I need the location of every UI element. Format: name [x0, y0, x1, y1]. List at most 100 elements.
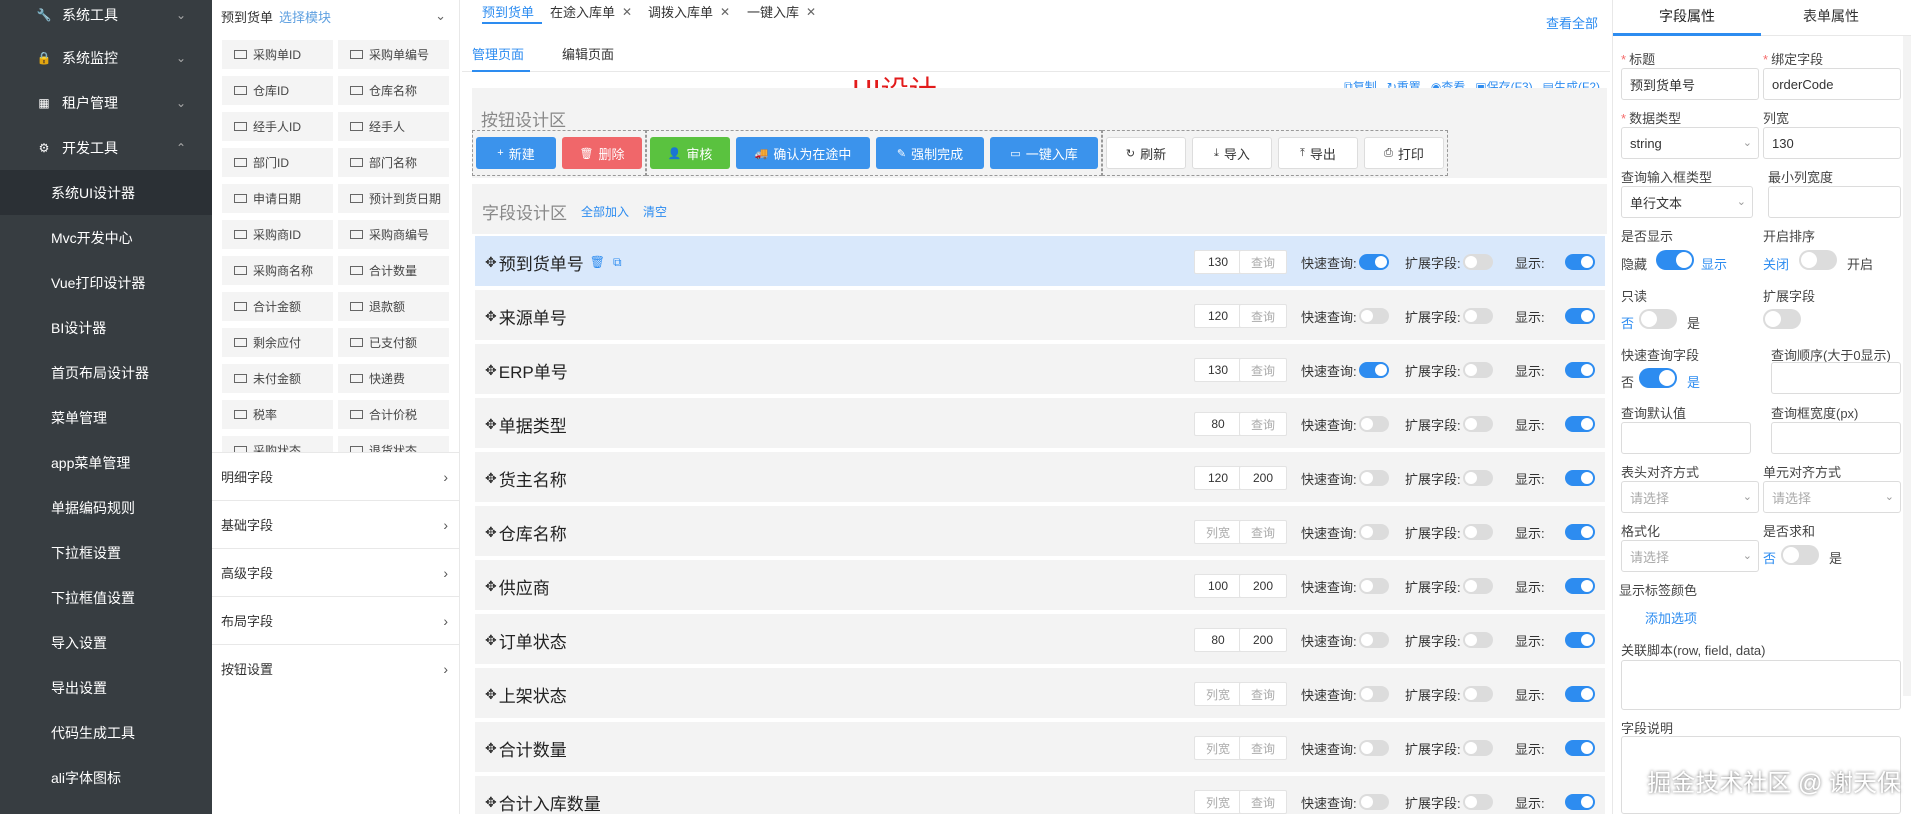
- design-button-3[interactable]: 🚚 确认为在途中: [736, 137, 870, 169]
- field-row[interactable]: ✥ ERP单号 130 查询 快速查询: 扩展字段: 显示:: [475, 344, 1605, 396]
- ext-field-toggle[interactable]: [1463, 632, 1493, 648]
- add-option-link[interactable]: 添加选项: [1645, 608, 1697, 627]
- field-row[interactable]: ✥ 上架状态 列宽 查询 快速查询: 扩展字段: 显示:: [475, 668, 1605, 720]
- sidebar-subitem-4[interactable]: 首页布局设计器: [0, 350, 212, 395]
- move-icon[interactable]: ✥: [485, 308, 497, 325]
- field-chip[interactable]: 退货状态: [338, 436, 449, 452]
- field-chip[interactable]: 采购商ID: [222, 220, 333, 249]
- min-col-width-input[interactable]: [1768, 186, 1901, 218]
- sidebar-subitem-0[interactable]: 系统UI设计器: [0, 170, 212, 215]
- query-width-input[interactable]: 200: [1239, 466, 1287, 490]
- quick-query-toggle[interactable]: [1359, 308, 1389, 324]
- query-width-input[interactable]: 查询: [1239, 250, 1287, 274]
- sidebar-item-0[interactable]: 🔧 系统工具 ⌄: [0, 0, 212, 37]
- field-chip[interactable]: 已支付额: [338, 328, 449, 357]
- close-icon[interactable]: ✕: [720, 5, 730, 19]
- visible-toggle[interactable]: [1656, 250, 1694, 270]
- column-width-input[interactable]: 120: [1194, 466, 1242, 490]
- field-row[interactable]: ✥ 来源单号 120 查询 快速查询: 扩展字段: 显示:: [475, 290, 1605, 342]
- copy-icon[interactable]: ⧉: [613, 255, 622, 270]
- quick-query-toggle[interactable]: [1359, 578, 1389, 594]
- field-chip[interactable]: 预计到货日期: [338, 184, 449, 213]
- query-width-input[interactable]: 查询: [1239, 520, 1287, 544]
- show-toggle[interactable]: [1565, 308, 1595, 324]
- query-default-input[interactable]: [1621, 422, 1751, 454]
- sidebar-subitem-10[interactable]: 导入设置: [0, 620, 212, 665]
- move-icon[interactable]: ✥: [485, 254, 497, 271]
- sidebar-subitem-8[interactable]: 下拉框设置: [0, 530, 212, 575]
- sidebar-subitem-3[interactable]: BI设计器: [0, 305, 212, 350]
- query-width-input[interactable]: 查询: [1239, 412, 1287, 436]
- field-row[interactable]: ✥ 供应商 100 200 快速查询: 扩展字段: 显示:: [475, 560, 1605, 612]
- section-accordion-0[interactable]: 明细字段 ›: [212, 452, 460, 500]
- column-width-input[interactable]: 列宽: [1194, 520, 1242, 544]
- move-icon[interactable]: ✥: [485, 632, 497, 649]
- quick-query-toggle[interactable]: [1359, 362, 1389, 378]
- ext-field-toggle[interactable]: [1463, 362, 1493, 378]
- quick-query-toggle[interactable]: [1359, 254, 1389, 270]
- cell-align-select[interactable]: 请选择 ⌄: [1763, 481, 1901, 513]
- field-chip[interactable]: 退款额: [338, 292, 449, 321]
- tab-edit-page[interactable]: 编辑页面: [562, 44, 614, 63]
- field-chip[interactable]: 快递费: [338, 364, 449, 393]
- tab-field-props[interactable]: 字段属性: [1617, 6, 1757, 26]
- tab-0[interactable]: 预到货单: [482, 2, 534, 21]
- tab-manage-page[interactable]: 管理页面: [472, 44, 524, 63]
- move-icon[interactable]: ✥: [485, 686, 497, 703]
- move-icon[interactable]: ✥: [485, 740, 497, 757]
- section-accordion-1[interactable]: 基础字段 ›: [212, 500, 460, 548]
- column-width-input[interactable]: 列宽: [1194, 682, 1242, 706]
- design-button-1[interactable]: 🗑 删除: [562, 137, 642, 169]
- sidebar-subitem-11[interactable]: 导出设置: [0, 665, 212, 710]
- bind-field-input[interactable]: orderCode: [1763, 68, 1901, 100]
- column-width-input[interactable]: 100: [1194, 574, 1242, 598]
- sidebar-subitem-7[interactable]: 单据编码规则: [0, 485, 212, 530]
- quick-query-toggle[interactable]: [1359, 740, 1389, 756]
- ext-field-toggle[interactable]: [1463, 686, 1493, 702]
- sum-toggle[interactable]: [1781, 545, 1819, 565]
- move-icon[interactable]: ✥: [485, 524, 497, 541]
- move-icon[interactable]: ✥: [485, 578, 497, 595]
- move-icon[interactable]: ✥: [485, 794, 497, 811]
- field-chip[interactable]: 部门名称: [338, 148, 449, 177]
- design-button-6[interactable]: ↻ 刷新: [1106, 137, 1186, 169]
- field-chip[interactable]: 采购商编号: [338, 220, 449, 249]
- column-width-input[interactable]: 130: [1194, 358, 1242, 382]
- ext-field-toggle[interactable]: [1463, 254, 1493, 270]
- field-chip[interactable]: 经手人: [338, 112, 449, 141]
- title-input[interactable]: 预到货单号: [1621, 68, 1759, 100]
- field-chip[interactable]: 采购状态: [222, 436, 333, 452]
- sidebar-subitem-9[interactable]: 下拉框值设置: [0, 575, 212, 620]
- column-width-input[interactable]: 80: [1194, 628, 1242, 652]
- ext-field-toggle[interactable]: [1463, 308, 1493, 324]
- data-type-select[interactable]: string ⌄: [1621, 127, 1759, 159]
- sidebar-subitem-1[interactable]: Mvc开发中心: [0, 215, 212, 260]
- move-icon[interactable]: ✥: [485, 362, 497, 379]
- show-toggle[interactable]: [1565, 470, 1595, 486]
- ext-field-toggle[interactable]: [1463, 524, 1493, 540]
- show-toggle[interactable]: [1565, 362, 1595, 378]
- design-button-5[interactable]: ▭ 一键入库: [990, 137, 1098, 169]
- show-toggle[interactable]: [1565, 578, 1595, 594]
- show-toggle[interactable]: [1565, 686, 1595, 702]
- show-toggle[interactable]: [1565, 632, 1595, 648]
- show-toggle[interactable]: [1565, 794, 1595, 810]
- sort-toggle[interactable]: [1799, 250, 1837, 270]
- sidebar-subitem-13[interactable]: ali字体图标: [0, 755, 212, 800]
- close-icon[interactable]: ✕: [806, 5, 816, 19]
- sidebar-subitem-2[interactable]: Vue打印设计器: [0, 260, 212, 305]
- design-button-7[interactable]: ⤓ 导入: [1192, 137, 1272, 169]
- query-width-input[interactable]: 查询: [1239, 358, 1287, 382]
- quick-query-toggle[interactable]: [1359, 632, 1389, 648]
- ext-field-toggle[interactable]: [1463, 416, 1493, 432]
- field-row[interactable]: ✥ 仓库名称 列宽 查询 快速查询: 扩展字段: 显示:: [475, 506, 1605, 558]
- field-chip[interactable]: 剩余应付: [222, 328, 333, 357]
- query-order-input[interactable]: [1771, 362, 1901, 394]
- field-chip[interactable]: 部门ID: [222, 148, 333, 177]
- quick-query-toggle[interactable]: [1359, 524, 1389, 540]
- module-selector[interactable]: 预到货单 选择模块 ⌄: [212, 0, 460, 32]
- field-chip[interactable]: 采购单ID: [222, 40, 333, 69]
- field-chip[interactable]: 仓库ID: [222, 76, 333, 105]
- field-chip[interactable]: 采购单编号: [338, 40, 449, 69]
- design-button-9[interactable]: ⎙ 打印: [1364, 137, 1444, 169]
